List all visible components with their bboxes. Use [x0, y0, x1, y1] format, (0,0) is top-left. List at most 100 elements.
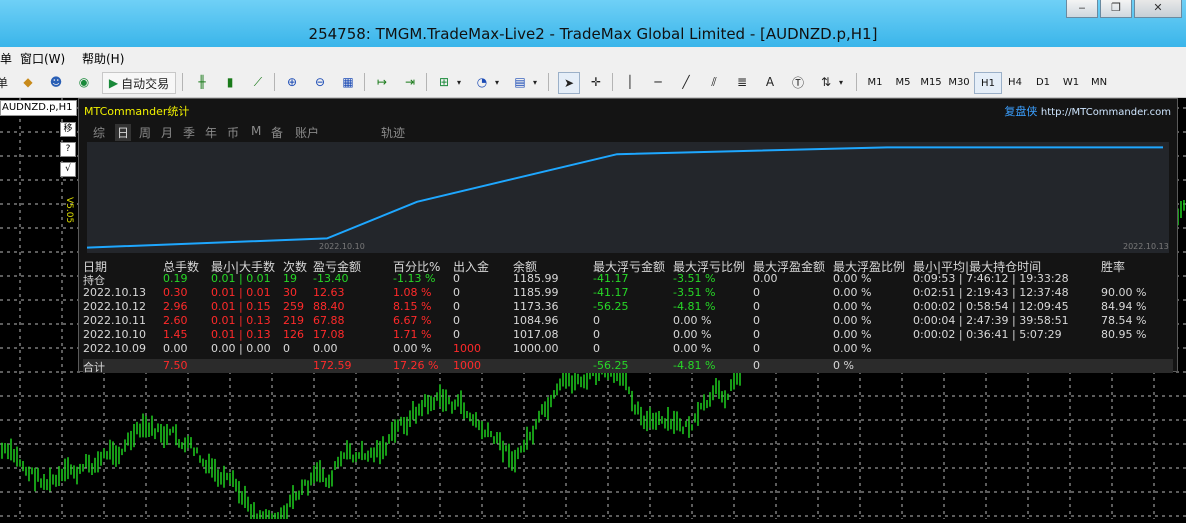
chevron-down-icon[interactable]: ▾ — [836, 72, 846, 92]
toolbar: 单 ◆ ☻ ◉ ▶ 自动交易 ╫ ▮ ⟋ ⊕ ⊖ ▦ ↦ ⇥ ⊞ ▾ ◔ ▾ ▤… — [0, 67, 1186, 98]
table-cell: 0 — [453, 328, 460, 341]
table-cell: 78.54 % — [1101, 314, 1147, 327]
close-button[interactable]: ✕ — [1134, 0, 1182, 18]
tile-windows-icon[interactable]: ▦ — [338, 72, 358, 92]
timeframe-m5[interactable]: M5 — [890, 72, 916, 92]
autotrade-button[interactable]: ▶ 自动交易 — [102, 72, 176, 94]
tab-week[interactable]: 周 — [139, 124, 151, 141]
help-button[interactable]: ? — [60, 142, 76, 157]
candlestick-icon[interactable]: ▮ — [220, 72, 240, 92]
tab-track[interactable]: 轨迹 — [381, 124, 405, 141]
timeframe-d1[interactable]: D1 — [1030, 72, 1056, 92]
tab-m[interactable]: M — [251, 124, 261, 138]
tab-backup[interactable]: 备 — [271, 124, 283, 141]
crosshair-icon[interactable]: ✛ — [586, 72, 606, 92]
timeframe-w1[interactable]: W1 — [1058, 72, 1084, 92]
timeframe-m15[interactable]: M15 — [918, 72, 944, 92]
table-cell: 126 — [283, 328, 304, 341]
periods-icon[interactable]: ◔ — [472, 72, 492, 92]
table-cell: 1.08 % — [393, 286, 432, 299]
timeframe-h4[interactable]: H4 — [1002, 72, 1028, 92]
table-cell: 67.88 — [313, 314, 345, 327]
toolbar-separator — [548, 73, 549, 91]
move-button[interactable]: 移 — [60, 122, 76, 137]
stats-table: 日期 总手数 最小|大手数 次数 盈亏金额 百分比% 出入金 余额 最大浮亏金额 最大浮亏比例 最大… — [83, 258, 1173, 374]
tab-year[interactable]: 年 — [205, 124, 217, 141]
trendline-icon[interactable]: ╱ — [676, 72, 696, 92]
table-cell: 0.00 % — [833, 300, 872, 313]
timeframe-mn[interactable]: MN — [1086, 72, 1112, 92]
toolbar-separator — [856, 73, 857, 91]
table-cell: 84.94 % — [1101, 300, 1147, 313]
table-cell: 1185.99 — [513, 286, 559, 299]
restore-button[interactable]: ❐ — [1100, 0, 1132, 18]
cursor-icon[interactable]: ➤ — [558, 72, 580, 94]
market-watch-icon[interactable]: ◆ — [18, 72, 38, 92]
tab-day[interactable]: 日 — [115, 124, 132, 141]
menu-item-window[interactable]: 窗口(W) — [20, 50, 65, 67]
table-cell: 1000 — [453, 359, 481, 372]
table-cell: 17.26 % — [393, 359, 439, 372]
menu-item-help[interactable]: 帮助(H) — [82, 50, 124, 67]
table-cell: 0.00 % — [393, 342, 432, 355]
accounts-icon[interactable]: ☻ — [46, 72, 66, 92]
check-button[interactable]: √ — [60, 162, 76, 177]
table-cell: -41.17 — [593, 272, 629, 285]
table-cell: 0 — [453, 286, 460, 299]
timeframe-m1[interactable]: M1 — [862, 72, 888, 92]
table-cell: 0.19 — [163, 272, 188, 285]
timeframe-h1[interactable]: H1 — [974, 72, 1002, 94]
table-cell: 合计 — [83, 361, 105, 374]
panel-title: MTCommander统计 — [84, 105, 190, 118]
zoom-in-icon[interactable]: ⊕ — [282, 72, 302, 92]
minimize-button[interactable]: ‒ — [1066, 0, 1098, 18]
menu-item-partial[interactable]: 单 — [0, 50, 12, 67]
table-cell: 19 — [283, 272, 297, 285]
zoom-out-icon[interactable]: ⊖ — [310, 72, 330, 92]
table-cell: 7.50 — [163, 359, 188, 372]
table-cell: -3.51 % — [673, 286, 716, 299]
table-cell: 2022.10.13 — [83, 286, 146, 299]
table-cell: 0.01 | 0.13 — [211, 314, 271, 327]
autoscroll-icon[interactable]: ↦ — [372, 72, 392, 92]
chart-window-tab[interactable]: AUDNZD.p,H1 — [0, 100, 77, 116]
tab-month[interactable]: 月 — [161, 124, 173, 141]
table-cell: 2022.10.12 — [83, 300, 146, 313]
tab-currency[interactable]: 币 — [227, 124, 239, 141]
mtcommander-panel: MTCommander统计 复盘侠 http://MTCommander.com… — [78, 98, 1178, 374]
table-cell: 0 — [453, 272, 460, 285]
text-icon[interactable]: A — [760, 72, 780, 92]
table-cell: 90.00 % — [1101, 286, 1147, 299]
tab-overview[interactable]: 综 — [93, 124, 105, 141]
horizontal-line-icon[interactable]: ─ — [648, 72, 668, 92]
brand-name: 复盘侠 — [1004, 105, 1038, 118]
timeframe-m30[interactable]: M30 — [946, 72, 972, 92]
chart-start-label: 2022.10.10 — [319, 242, 365, 251]
chevron-down-icon[interactable]: ▾ — [530, 72, 540, 92]
table-cell: 0 — [593, 328, 600, 341]
toolbar-separator — [182, 73, 183, 91]
text-label-icon[interactable]: Ⓣ — [788, 72, 808, 92]
brand-url[interactable]: http://MTCommander.com — [1041, 107, 1171, 118]
table-cell: 80.95 % — [1101, 328, 1147, 341]
indicators-icon[interactable]: ⊞ — [434, 72, 454, 92]
tab-account[interactable]: 账户 — [295, 124, 319, 141]
vertical-line-icon[interactable]: │ — [620, 72, 640, 92]
bar-chart-icon[interactable]: ╫ — [192, 72, 212, 92]
chevron-down-icon[interactable]: ▾ — [492, 72, 502, 92]
signal-icon[interactable]: ◉ — [74, 72, 94, 92]
fibonacci-icon[interactable]: ≣ — [732, 72, 752, 92]
chevron-down-icon[interactable]: ▾ — [454, 72, 464, 92]
table-cell: 0.00 % — [833, 328, 872, 341]
table-cell: -4.81 % — [673, 359, 716, 372]
templates-icon[interactable]: ▤ — [510, 72, 530, 92]
line-chart-icon[interactable]: ⟋ — [248, 72, 268, 92]
table-cell: 6.67 % — [393, 314, 432, 327]
chart-shift-icon[interactable]: ⇥ — [400, 72, 420, 92]
equidistant-channel-icon[interactable]: ⫽ — [704, 72, 724, 92]
arrows-icon[interactable]: ⇅ — [816, 72, 836, 92]
table-cell: 0 — [753, 286, 760, 299]
tab-quarter[interactable]: 季 — [183, 124, 195, 141]
brand-link[interactable]: 复盘侠 http://MTCommander.com — [1004, 103, 1171, 119]
table-cell: 30 — [283, 286, 297, 299]
